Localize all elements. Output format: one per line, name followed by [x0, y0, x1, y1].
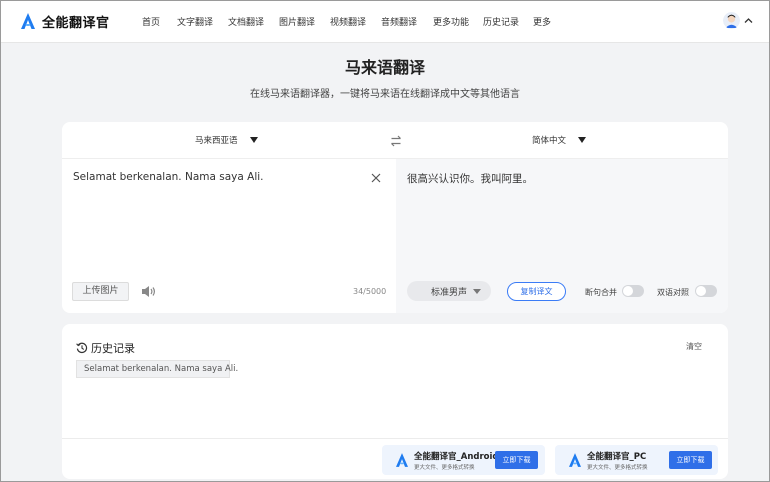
nav-audio-translate[interactable]: 音频翻译 — [381, 15, 433, 28]
merge-sentences-toggle[interactable] — [622, 285, 644, 297]
source-language-select[interactable]: 马来西亚语 — [195, 134, 258, 146]
android-download-button[interactable]: 立即下载 — [495, 451, 538, 469]
nav-history[interactable]: 历史记录 — [483, 15, 533, 28]
swap-languages-icon[interactable] — [390, 135, 402, 147]
nav-video-translate[interactable]: 视频翻译 — [330, 15, 381, 28]
close-icon[interactable] — [371, 173, 381, 183]
history-panel: 历史记录 清空 Selamat berkenalan. Nama saya Al… — [62, 324, 728, 479]
android-app-name: 全能翻译官_Android — [414, 452, 499, 462]
nav-text-translate[interactable]: 文字翻译 — [177, 15, 228, 28]
speaker-icon[interactable] — [141, 285, 156, 298]
pc-download-button[interactable]: 立即下载 — [669, 451, 712, 469]
app-logo[interactable]: 全能翻译官 — [21, 11, 110, 31]
pc-download-card: 全能翻译官_PC 更大文件、更多格式转换 立即下载 — [555, 445, 718, 475]
caret-down-icon — [578, 137, 587, 143]
app-name: 全能翻译官 — [42, 15, 110, 31]
page-subtitle: 在线马来语翻译器，一键将马来语在线翻译成中文等其他语言 — [250, 89, 520, 100]
bilingual-label: 双语对照 — [657, 288, 689, 297]
nav-image-translate[interactable]: 图片翻译 — [279, 15, 330, 28]
history-title: 历史记录 — [91, 342, 135, 355]
divider — [62, 438, 728, 439]
voice-select[interactable]: 标准男声 — [407, 281, 491, 301]
merge-sentences-label: 断句合并 — [585, 288, 617, 297]
page-title: 马来语翻译 — [344, 58, 425, 77]
android-download-card: 全能翻译官_Android 更大文件、更多格式转换 立即下载 — [382, 445, 545, 475]
target-language-select[interactable]: 简体中文 — [532, 134, 587, 146]
translated-text: 很高兴认识你。我叫阿里。 — [407, 173, 533, 185]
history-icon — [76, 342, 88, 354]
history-header: 历史记录 — [76, 340, 135, 356]
source-language-label: 马来西亚语 — [195, 136, 238, 146]
source-text-input[interactable]: Selamat berkenalan. Nama saya Ali. — [73, 171, 264, 183]
main-nav: 首页 文字翻译 文档翻译 图片翻译 视频翻译 音频翻译 更多功能 历史记录 更多 — [142, 1, 551, 41]
nav-home[interactable]: 首页 — [142, 15, 177, 28]
top-header: 全能翻译官 首页 文字翻译 文档翻译 图片翻译 视频翻译 音频翻译 更多功能 历… — [1, 1, 769, 43]
toggle-knob — [623, 286, 633, 296]
chevron-up-icon[interactable] — [744, 16, 753, 25]
logo-icon — [396, 453, 408, 467]
bilingual-toggle[interactable] — [695, 285, 717, 297]
copy-translation-button[interactable]: 复制译文 — [507, 282, 566, 301]
history-item[interactable]: Selamat berkenalan. Nama saya Ali. — [76, 360, 238, 378]
clear-history-button[interactable]: 清空 — [686, 341, 702, 352]
target-language-label: 简体中文 — [532, 136, 567, 146]
nav-doc-translate[interactable]: 文档翻译 — [228, 15, 279, 28]
caret-down-icon — [473, 288, 482, 294]
nav-more-features[interactable]: 更多功能 — [433, 15, 483, 28]
logo-icon — [21, 13, 35, 29]
upload-image-button[interactable]: 上传图片 — [72, 282, 129, 301]
pc-app-desc: 更大文件、更多格式转换 — [587, 465, 648, 471]
voice-label: 标准男声 — [431, 287, 468, 298]
char-count: 34/5000 — [353, 287, 387, 296]
logo-icon — [569, 453, 581, 467]
avatar[interactable] — [723, 12, 740, 29]
nav-more[interactable]: 更多 — [533, 15, 551, 28]
toggle-knob — [696, 286, 706, 296]
user-menu[interactable] — [723, 12, 753, 29]
pc-app-name: 全能翻译官_PC — [587, 452, 647, 462]
android-app-desc: 更大文件、更多格式转换 — [414, 465, 475, 471]
translate-panel: 马来西亚语 简体中文 Selamat berkenalan. Nama saya… — [62, 122, 728, 313]
caret-down-icon — [249, 137, 258, 143]
